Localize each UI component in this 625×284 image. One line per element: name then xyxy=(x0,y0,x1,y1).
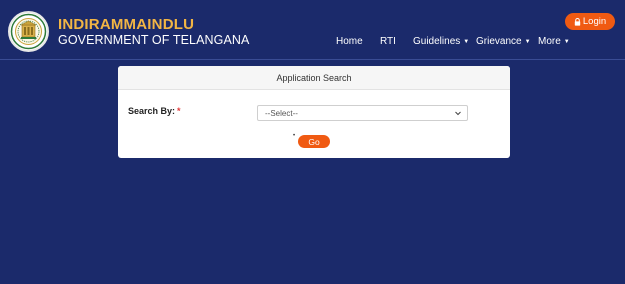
chevron-down-icon xyxy=(454,109,462,119)
nav-item-guidelines[interactable]: Guidelines ▼ xyxy=(413,36,469,47)
nav-item-more[interactable]: More ▼ xyxy=(538,36,570,47)
nav-item-grievance[interactable]: Grievance ▼ xyxy=(476,36,531,47)
login-label: Login xyxy=(582,16,607,27)
required-marker: * xyxy=(177,106,181,116)
login-button[interactable]: Login xyxy=(565,13,615,30)
chevron-down-icon: ▼ xyxy=(463,38,470,45)
nav-item-label: More xyxy=(538,36,561,47)
nav-item-label: Guidelines xyxy=(413,36,461,47)
nav-item-label: Grievance xyxy=(476,36,522,47)
chevron-down-icon: ▼ xyxy=(563,38,570,45)
site-subtitle: GOVERNMENT OF TELANGANA xyxy=(58,33,250,47)
go-button[interactable]: Go xyxy=(298,135,330,148)
search-by-text: Search By: xyxy=(128,106,176,116)
go-marker: • xyxy=(293,133,296,139)
site-header: INDIRAMMAINDLU GOVERNMENT OF TELANGANA L… xyxy=(0,0,625,60)
lock-icon xyxy=(574,17,581,26)
telangana-emblem-icon[interactable] xyxy=(8,11,49,52)
application-search-card: Application Search Search By: * --Select-… xyxy=(118,66,510,158)
nav-item-label: RTI xyxy=(380,36,396,47)
search-by-select[interactable]: --Select-- xyxy=(257,105,468,121)
nav-item-label: Home xyxy=(336,36,363,47)
chevron-down-icon: ▼ xyxy=(524,38,531,45)
search-by-label: Search By: * xyxy=(128,106,181,116)
nav-item-rti[interactable]: RTI xyxy=(380,36,396,47)
page: INDIRAMMAINDLU GOVERNMENT OF TELANGANA L… xyxy=(0,0,625,284)
select-value: --Select-- xyxy=(265,108,298,118)
site-title: INDIRAMMAINDLU xyxy=(58,16,195,33)
nav-item-home[interactable]: Home xyxy=(336,36,363,47)
card-title: Application Search xyxy=(118,66,510,90)
